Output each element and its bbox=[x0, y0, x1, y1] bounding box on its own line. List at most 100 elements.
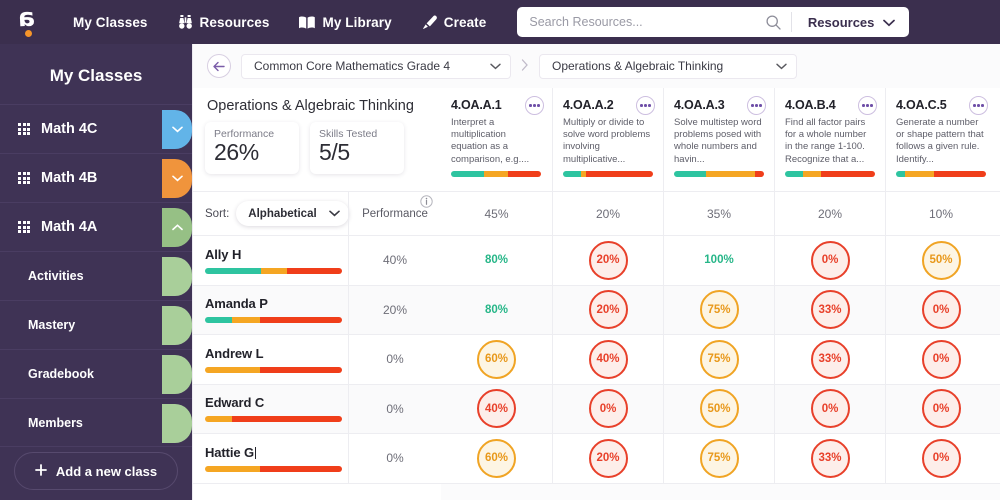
student-score-cell[interactable]: 20% bbox=[552, 236, 663, 285]
sidebar-item-activities[interactable]: Activities bbox=[0, 251, 192, 300]
sidebar-item-mastery[interactable]: Mastery bbox=[0, 300, 192, 349]
score-row: 40% 0% 50% 0% 0% bbox=[441, 384, 1000, 434]
sidebar-tab-mastery[interactable] bbox=[162, 306, 192, 345]
mastery-bar-segment bbox=[821, 171, 875, 177]
student-score-cell[interactable]: 60% bbox=[441, 434, 552, 483]
student-name: Andrew L bbox=[205, 345, 264, 361]
sort-select[interactable]: Alphabetical bbox=[236, 201, 349, 226]
student-score-cell[interactable]: 20% bbox=[552, 285, 663, 334]
student-score-cell[interactable]: 50% bbox=[885, 236, 996, 285]
score-badge: 20% bbox=[588, 438, 628, 478]
nav-item-create[interactable]: Create bbox=[407, 0, 502, 44]
standard-header-cell[interactable]: 4.OA.A.2 Multiply or divide to solve word… bbox=[552, 88, 663, 191]
score-badge: 40% bbox=[477, 389, 516, 429]
standard-options-button[interactable] bbox=[747, 96, 766, 115]
student-score-cell[interactable]: 33% bbox=[774, 434, 885, 483]
student-name-cell[interactable]: Edward C bbox=[193, 395, 348, 423]
student-name: Hattie G bbox=[205, 444, 257, 460]
standard-options-button[interactable] bbox=[525, 96, 544, 115]
nav-item-my-classes[interactable]: My Classes bbox=[58, 0, 163, 44]
student-score-cell[interactable]: 33% bbox=[774, 335, 885, 384]
sidebar-item-math-4b[interactable]: Math 4B bbox=[0, 153, 192, 202]
sidebar-item-math-4c[interactable]: Math 4C bbox=[0, 104, 192, 153]
student-score-cell[interactable]: 0% bbox=[774, 236, 885, 285]
score-badge: 60% bbox=[477, 339, 516, 379]
student-score-cell[interactable]: 60% bbox=[441, 335, 552, 384]
standard-percent-cell: 20% bbox=[774, 192, 885, 235]
student-performance-cell: 0% bbox=[348, 384, 441, 434]
standard-options-button[interactable] bbox=[636, 96, 655, 115]
nav-item-my-library[interactable]: My Library bbox=[284, 0, 406, 44]
search-scope-select[interactable]: Resources bbox=[792, 7, 909, 37]
student-score-cell[interactable]: 20% bbox=[552, 434, 663, 483]
mastery-bar-segment bbox=[563, 171, 581, 177]
sidebar-tab-gradebook[interactable] bbox=[162, 355, 192, 394]
student-score-cell[interactable]: 75% bbox=[663, 434, 774, 483]
brand-logo[interactable]: a bbox=[0, 0, 58, 44]
student-name-cell[interactable]: Andrew L bbox=[193, 346, 348, 373]
sidebar-expand-tab-math-4c[interactable] bbox=[162, 110, 192, 149]
standard-options-button[interactable] bbox=[969, 96, 988, 115]
sidebar-collapse-tab-math-4a[interactable] bbox=[162, 208, 192, 247]
add-new-class-button[interactable]: Add a new class bbox=[14, 452, 178, 490]
score-badge: 75% bbox=[699, 438, 739, 478]
chevron-down-icon bbox=[171, 175, 183, 182]
score-badge: 0% bbox=[921, 438, 961, 478]
curriculum-select[interactable]: Common Core Mathematics Grade 4 bbox=[241, 53, 511, 79]
table-row[interactable]: Amanda P 20% bbox=[193, 285, 441, 335]
sidebar-expand-tab-math-4b[interactable] bbox=[162, 159, 192, 198]
mastery-grid-left-columns: Operations & Algebraic Thinking Performa… bbox=[193, 88, 441, 500]
standard-options-button[interactable] bbox=[858, 96, 877, 115]
mastery-bar-segment bbox=[205, 465, 260, 472]
sidebar-label-math-4c: Math 4C bbox=[41, 121, 98, 137]
mastery-bar-segment bbox=[933, 171, 986, 177]
student-score-cell[interactable]: 40% bbox=[552, 335, 663, 384]
score-badge: 75% bbox=[699, 339, 739, 379]
add-new-class-label: Add a new class bbox=[55, 463, 158, 479]
mastery-bar-segment bbox=[287, 267, 342, 274]
table-row[interactable]: Ally H 40% bbox=[193, 235, 441, 286]
student-score-cell[interactable]: 80% bbox=[441, 286, 552, 335]
student-score-cell[interactable]: 75% bbox=[663, 335, 774, 384]
standard-header-cell[interactable]: 4.OA.B.4 Find all factor pairs for a whol… bbox=[774, 88, 885, 191]
sidebar-tab-activities[interactable] bbox=[162, 257, 192, 296]
student-score-cell[interactable]: 33% bbox=[774, 285, 885, 334]
domain-select[interactable]: Operations & Algebraic Thinking bbox=[539, 53, 797, 79]
student-score-cell[interactable]: 40% bbox=[441, 385, 552, 434]
standard-header-cell[interactable]: 4.OA.A.1 Interpret a multiplication equat… bbox=[441, 88, 552, 191]
mastery-bar-segment bbox=[507, 171, 541, 177]
student-score-cell[interactable]: 0% bbox=[552, 384, 663, 433]
score-badge: 33% bbox=[810, 438, 850, 478]
standard-header-cell[interactable]: 4.OA.C.5 Generate a number or shape patte… bbox=[885, 88, 996, 191]
sidebar-item-gradebook[interactable]: Gradebook bbox=[0, 349, 192, 398]
sidebar-item-members[interactable]: Members bbox=[0, 398, 192, 447]
table-row[interactable]: Edward C 0% bbox=[193, 384, 441, 434]
sort-control: Sort: Alphabetical bbox=[193, 201, 349, 226]
student-score-cell[interactable]: 0% bbox=[885, 384, 996, 433]
sidebar-tab-members[interactable] bbox=[162, 404, 192, 443]
back-button[interactable] bbox=[207, 54, 231, 78]
mastery-bar-segment bbox=[259, 366, 342, 373]
student-name-cell[interactable]: Ally H bbox=[193, 247, 348, 274]
sidebar-label-members: Members bbox=[28, 415, 83, 430]
nav-item-resources[interactable]: Resources bbox=[163, 0, 285, 44]
search-input[interactable] bbox=[517, 8, 764, 36]
student-score-cell[interactable]: 0% bbox=[885, 434, 996, 483]
student-score-cell[interactable]: 100% bbox=[663, 236, 774, 285]
table-row[interactable]: Andrew L 0% bbox=[193, 334, 441, 385]
sidebar-item-math-4a[interactable]: Math 4A bbox=[0, 202, 192, 251]
standard-header-cell[interactable]: 4.OA.A.3 Solve multistep word problems po… bbox=[663, 88, 774, 191]
student-score-cell[interactable]: 50% bbox=[663, 384, 774, 433]
student-score-cell[interactable]: 75% bbox=[663, 285, 774, 334]
search-icon[interactable] bbox=[764, 14, 791, 30]
mastery-bar-segment bbox=[259, 317, 342, 324]
info-icon[interactable] bbox=[420, 194, 433, 211]
student-score-cell[interactable]: 0% bbox=[885, 285, 996, 334]
student-name-cell[interactable]: Amanda P bbox=[193, 296, 348, 324]
student-score-cell[interactable]: 0% bbox=[774, 384, 885, 433]
student-score-cell[interactable]: 80% bbox=[441, 236, 552, 285]
student-name-cell[interactable]: Hattie G bbox=[193, 445, 348, 472]
student-score-cell[interactable]: 0% bbox=[885, 335, 996, 384]
mastery-bar bbox=[896, 171, 986, 177]
table-row[interactable]: Hattie G 0% bbox=[193, 433, 441, 484]
